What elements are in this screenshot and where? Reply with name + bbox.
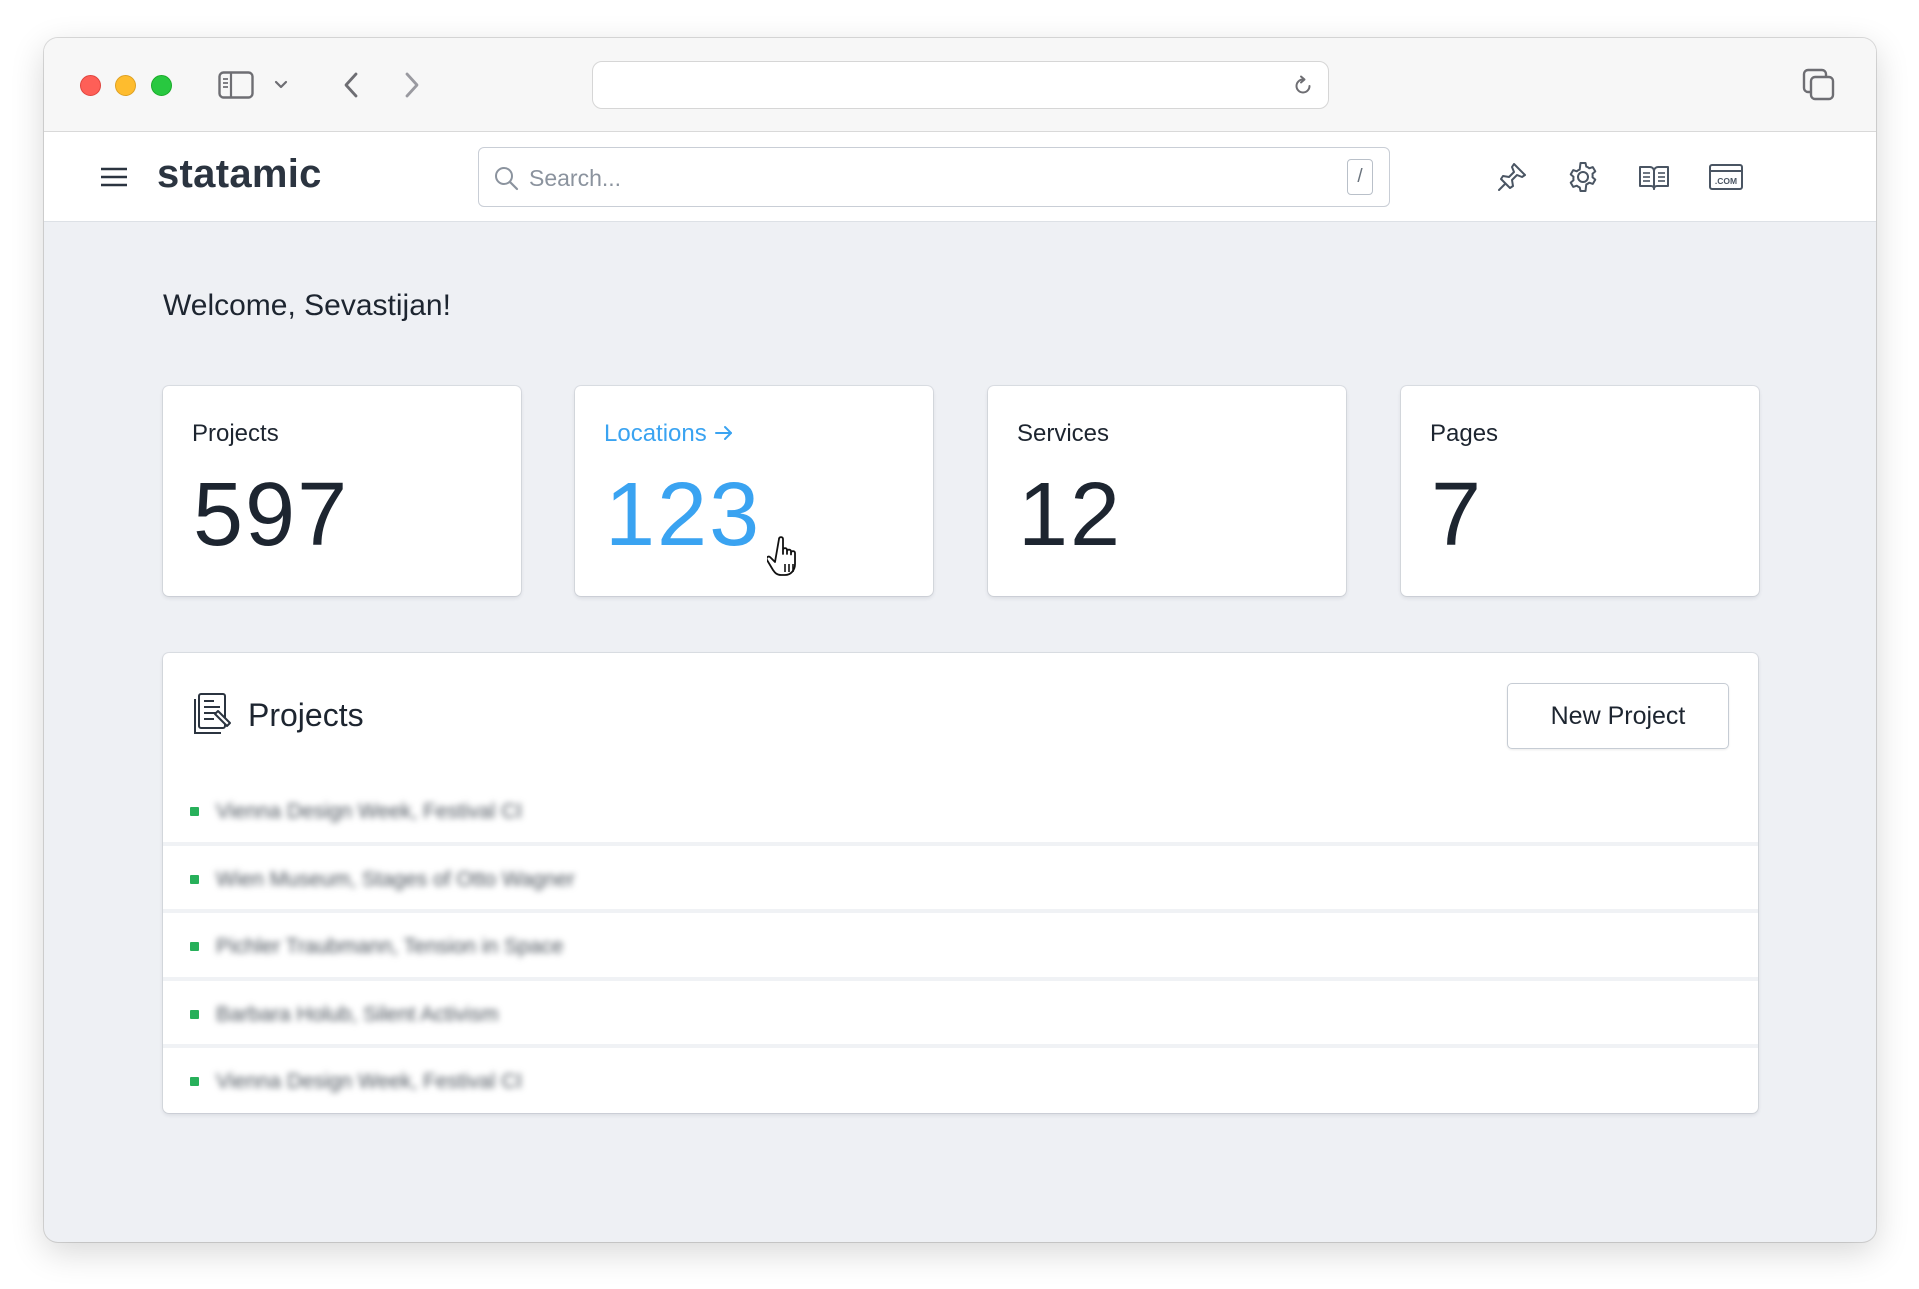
list-item-title[interactable]: Wien Museum, Stages of Otto Wagner bbox=[216, 868, 575, 892]
forward-arrow-icon[interactable] bbox=[394, 67, 430, 103]
stat-label-link[interactable]: Locations bbox=[604, 420, 735, 448]
gear-icon[interactable] bbox=[1566, 160, 1600, 194]
list-item[interactable]: Vienna Design Week, Festival CI bbox=[163, 1048, 1758, 1113]
stat-value[interactable]: 123 bbox=[605, 464, 761, 567]
brand-logo[interactable]: statamic bbox=[157, 152, 322, 197]
projects-collection-icon bbox=[194, 693, 231, 734]
stat-value: 597 bbox=[193, 465, 350, 565]
stat-label: Services bbox=[1017, 420, 1110, 447]
list-item-title[interactable]: Vienna Design Week, Festival CI bbox=[216, 800, 522, 824]
stat-label: Projects bbox=[192, 420, 279, 447]
chevron-down-icon[interactable] bbox=[271, 67, 291, 103]
sidebar-icon[interactable] bbox=[216, 67, 256, 103]
app-header: statamic / .COM bbox=[44, 132, 1876, 222]
tabs-overview-icon[interactable] bbox=[1800, 67, 1838, 103]
svg-text:.COM: .COM bbox=[1715, 176, 1737, 186]
stat-card-projects: Projects 597 bbox=[163, 386, 521, 596]
pin-icon[interactable] bbox=[1495, 160, 1529, 194]
zoom-window-button[interactable] bbox=[151, 75, 172, 96]
stat-card-services: Services 12 bbox=[988, 386, 1346, 596]
close-window-button[interactable] bbox=[80, 75, 101, 96]
new-project-button[interactable]: New Project bbox=[1507, 683, 1729, 749]
status-dot bbox=[190, 874, 199, 884]
panel-title: Projects bbox=[248, 697, 364, 733]
stat-card-pages: Pages 7 bbox=[1401, 386, 1759, 596]
stat-card-locations[interactable]: Locations 123 bbox=[575, 386, 933, 596]
stat-value: 12 bbox=[1018, 465, 1123, 565]
address-bar[interactable] bbox=[592, 61, 1329, 109]
status-dot bbox=[190, 942, 199, 951]
list-item-title[interactable]: Barbara Holub, Silent Activism bbox=[216, 1003, 498, 1027]
reload-icon[interactable] bbox=[1292, 75, 1314, 97]
status-dot bbox=[190, 1077, 199, 1086]
stat-label: Pages bbox=[1430, 420, 1499, 447]
global-search[interactable]: / bbox=[478, 147, 1390, 207]
list-item-title[interactable]: Vienna Design Week, Festival CI bbox=[216, 1070, 522, 1094]
projects-list: Vienna Design Week, Festival CI Wien Mus… bbox=[163, 778, 1758, 1113]
list-item[interactable]: Wien Museum, Stages of Otto Wagner bbox=[163, 846, 1758, 913]
welcome-heading: Welcome, Sevastijan! bbox=[163, 289, 451, 322]
back-arrow-icon[interactable] bbox=[333, 67, 369, 103]
list-item[interactable]: Vienna Design Week, Festival CI bbox=[163, 778, 1758, 846]
list-item[interactable]: Pichler Traubmann, Tension in Space bbox=[163, 913, 1758, 981]
browser-window: statamic / .COM Welcome, Sevastijan! Pro… bbox=[44, 38, 1876, 1242]
status-dot bbox=[190, 1009, 199, 1019]
arrow-right-icon bbox=[714, 426, 732, 440]
search-shortcut-key: / bbox=[1347, 159, 1373, 195]
docs-book-icon[interactable] bbox=[1637, 160, 1671, 194]
projects-panel: Projects New Project Vienna Design Week,… bbox=[163, 653, 1758, 1113]
status-dot bbox=[190, 807, 199, 816]
minimize-window-button[interactable] bbox=[115, 75, 136, 96]
site-domain-icon[interactable]: .COM bbox=[1708, 160, 1744, 194]
hand-pointer-cursor-icon bbox=[767, 536, 796, 576]
stat-value: 7 bbox=[1431, 465, 1484, 565]
browser-toolbar bbox=[44, 38, 1876, 132]
stat-label-text: Locations bbox=[604, 420, 707, 447]
list-item[interactable]: Barbara Holub, Silent Activism bbox=[163, 981, 1758, 1048]
search-icon bbox=[495, 167, 519, 191]
hamburger-menu-icon[interactable] bbox=[100, 166, 128, 188]
list-item-title[interactable]: Pichler Traubmann, Tension in Space bbox=[216, 935, 563, 959]
search-input[interactable] bbox=[529, 160, 1309, 196]
